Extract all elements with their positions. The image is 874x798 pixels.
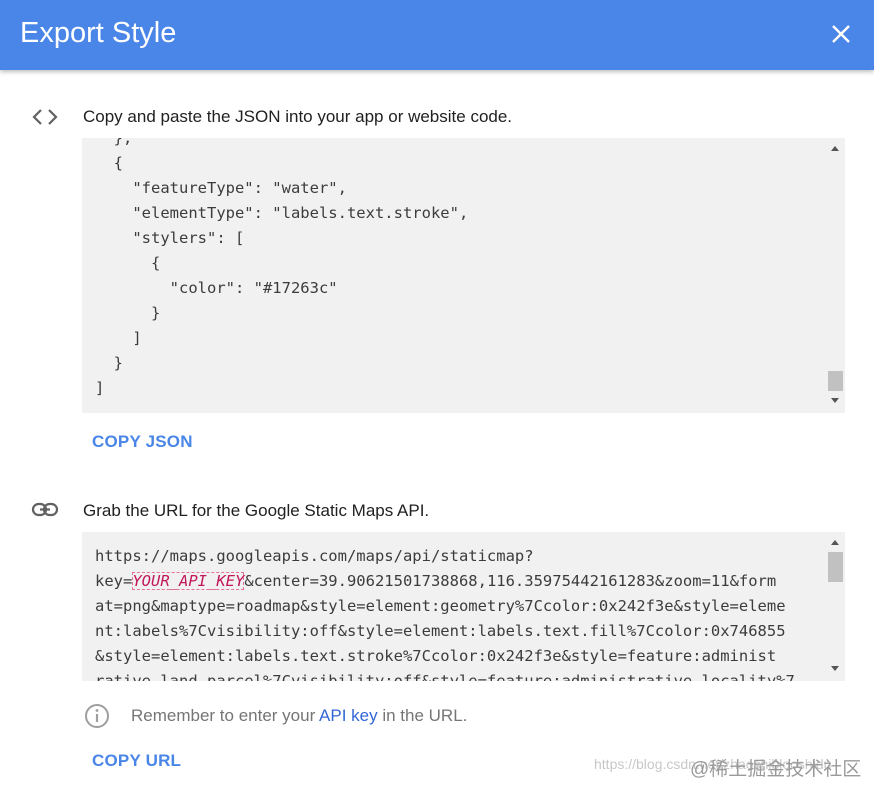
scroll-up-icon[interactable] [831,540,839,545]
scroll-thumb[interactable] [828,371,843,391]
url-rest: at=png&maptype=roadmap&style=element:geo… [95,597,795,681]
info-icon [84,703,110,729]
json-code-line: { [95,254,161,272]
json-code-line: ] [95,329,142,347]
code-icon [31,107,59,127]
json-scrollbar[interactable] [826,138,844,413]
url-code-line: at=png&maptype=roadmap&style=element:geo… [95,597,786,615]
url-scrollbar[interactable] [826,532,844,681]
json-description: Copy and paste the JSON into your app or… [83,107,513,126]
hint-suffix: in the URL. [377,706,468,725]
json-code-line: } [95,304,161,322]
api-key-link[interactable]: API key [319,706,378,725]
url-code-line: nt:labels%7Cvisibility:off&style=element… [95,622,786,640]
url-code-line: &style=element:labels.text.stroke%7Ccolo… [95,647,777,665]
json-code-line: "featureType": "water", [95,179,347,197]
url-line-2-prefix: key= [95,572,133,590]
url-code-box[interactable]: https://maps.googleapis.com/maps/api/sta… [82,532,845,681]
copy-url-button[interactable]: COPY URL [92,751,181,771]
scroll-down-icon[interactable] [831,666,839,671]
json-code: }, { "featureType": "water", "elementTyp… [95,138,468,401]
api-key-hint: Remember to enter your API key in the UR… [131,706,467,726]
json-code-line: "stylers": [ [95,229,245,247]
url-line-1: https://maps.googleapis.com/maps/api/sta… [95,547,534,565]
scroll-thumb[interactable] [828,552,843,582]
url-description: Grab the URL for the Google Static Maps … [83,501,430,520]
api-key-placeholder[interactable]: YOUR_API_KEY [132,572,245,590]
url-code-line: rative.land_parcel%7Cvisibility:off&styl… [95,672,795,681]
json-code-line: "color": "#17263c" [95,279,338,297]
dialog-header: Export Style [0,0,874,70]
copy-json-button[interactable]: COPY JSON [92,432,193,452]
dialog-title: Export Style [20,17,177,49]
json-code-box[interactable]: }, { "featureType": "water", "elementTyp… [82,138,845,413]
scroll-up-icon[interactable] [831,146,839,151]
json-code-line: }, [95,138,133,147]
hint-prefix: Remember to enter your [131,706,320,725]
close-icon[interactable] [826,19,856,49]
json-code-line: "elementType": "labels.text.stroke", [95,204,469,222]
link-icon [31,500,59,520]
json-code-line: ] [95,379,105,397]
json-code-line: { [95,154,123,172]
url-code: https://maps.googleapis.com/maps/api/sta… [95,544,795,681]
url-line-2-suffix: &center=39.90621501738868,116.3597544216… [244,572,777,590]
watermark-brand: @稀土掘金技术社区 [690,759,862,780]
json-code-line: } [95,354,123,372]
scroll-down-icon[interactable] [831,398,839,403]
